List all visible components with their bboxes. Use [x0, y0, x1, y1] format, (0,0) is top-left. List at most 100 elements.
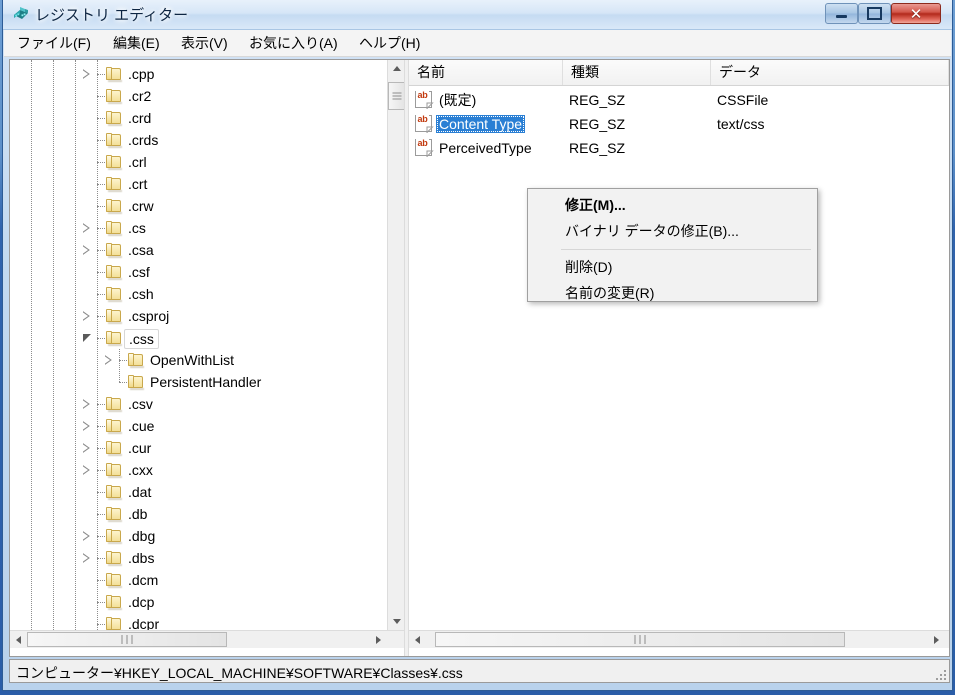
list-horizontal-scrollbar[interactable]	[409, 630, 949, 648]
tree-item-label: .cxx	[128, 462, 153, 478]
tree-hscroll-thumb[interactable]	[27, 632, 227, 647]
tree-item-label: .dbs	[128, 550, 155, 566]
list-hscroll-thumb[interactable]	[435, 632, 845, 647]
tree-item-dcp[interactable]: .dcp	[10, 591, 386, 613]
context-menu-item-4[interactable]: 名前の変更(R)	[529, 281, 818, 305]
folder-icon	[106, 133, 122, 148]
collapse-arrow-icon[interactable]	[83, 334, 91, 342]
tree-item-crd[interactable]: .crd	[10, 107, 386, 129]
value-type-cell: REG_SZ	[569, 116, 626, 132]
folder-icon	[128, 375, 144, 390]
tree-item-crw[interactable]: .crw	[10, 195, 386, 217]
scroll-left-icon	[415, 635, 420, 644]
value-type-cell: REG_SZ	[569, 140, 626, 156]
expand-arrow-icon[interactable]	[105, 355, 112, 365]
column-header-3[interactable]: データ	[711, 60, 949, 85]
tree-item-csproj[interactable]: .csproj	[10, 305, 386, 327]
maximize-icon	[859, 4, 890, 23]
tree-item-label: .dat	[128, 484, 152, 500]
value-context-menu[interactable]: 修正(M)... バイナリ データの修正(B)... 削除(D) 名前の変更(R)	[527, 188, 818, 302]
maximize-button[interactable]	[858, 3, 891, 24]
expand-arrow-icon[interactable]	[83, 465, 90, 475]
tree-item-cpp[interactable]: .cpp	[10, 63, 386, 85]
folder-icon	[106, 485, 122, 500]
tree-item-cxx[interactable]: .cxx	[10, 459, 386, 481]
tree-item-db[interactable]: .db	[10, 503, 386, 525]
menu-item-2[interactable]: 編集(E)	[106, 34, 167, 53]
tree-scroll-left-button[interactable]	[10, 631, 27, 648]
value-row[interactable]: ab (既定) REG_SZ CSSFile	[409, 88, 949, 112]
tree-item-label: .crt	[128, 176, 148, 192]
tree-item-label: .db	[128, 506, 148, 522]
value-row[interactable]: ab Content Type REG_SZ text/css	[409, 112, 949, 136]
tree-item-crl[interactable]: .crl	[10, 151, 386, 173]
minimize-button[interactable]	[825, 3, 858, 24]
column-header-2[interactable]: 種類	[563, 60, 711, 85]
context-menu-item-3[interactable]: 削除(D)	[529, 255, 818, 279]
expand-arrow-icon[interactable]	[83, 223, 90, 233]
tree-item-openwithlist[interactable]: OpenWithList	[10, 349, 386, 371]
value-row[interactable]: ab PerceivedType REG_SZ	[409, 136, 949, 160]
expand-arrow-icon[interactable]	[83, 421, 90, 431]
tree-item-dat[interactable]: .dat	[10, 481, 386, 503]
menu-bar: ファイル(F) 編集(E) 表示(V) お気に入り(A) ヘルプ(H)	[4, 30, 951, 57]
list-scroll-right-button[interactable]	[928, 631, 945, 648]
tree-item-persistenthandler[interactable]: PersistentHandler	[10, 371, 386, 393]
client-area: .cpp .cr2 .crd .crds .crl .crt .crw .cs .csa .csf…	[9, 59, 950, 657]
list-column-headers: 名前 種類 データ	[409, 60, 949, 86]
tree-item-css[interactable]: .css	[10, 327, 386, 349]
scroll-up-button[interactable]	[388, 60, 404, 77]
string-value-icon: ab	[415, 139, 434, 157]
list-scroll-left-button[interactable]	[409, 631, 426, 648]
expand-arrow-icon[interactable]	[83, 311, 90, 321]
expand-arrow-icon[interactable]	[83, 399, 90, 409]
tree-item-dbg[interactable]: .dbg	[10, 525, 386, 547]
expand-arrow-icon[interactable]	[83, 443, 90, 453]
folder-icon	[106, 199, 122, 214]
tree-item-label: OpenWithList	[150, 352, 235, 368]
scroll-thumb-grip-icon	[392, 91, 401, 102]
context-menu-item-1[interactable]: 修正(M)...	[529, 193, 818, 217]
context-menu-item-2[interactable]: バイナリ データの修正(B)...	[529, 219, 818, 243]
registry-key-tree[interactable]: .cpp .cr2 .crd .crds .crl .crt .crw .cs .csa .csf…	[10, 60, 404, 656]
tree-vertical-scrollbar[interactable]	[387, 60, 404, 630]
tree-item-dbs[interactable]: .dbs	[10, 547, 386, 569]
tree-item-cue[interactable]: .cue	[10, 415, 386, 437]
column-header-1[interactable]: 名前	[409, 60, 563, 85]
expand-arrow-icon[interactable]	[83, 531, 90, 541]
tree-scroll-thumb[interactable]	[388, 82, 404, 110]
expand-arrow-icon[interactable]	[83, 553, 90, 563]
tree-item-cs[interactable]: .cs	[10, 217, 386, 239]
folder-icon	[106, 155, 122, 170]
tree-item-cr2[interactable]: .cr2	[10, 85, 386, 107]
tree-item-label: .crds	[128, 132, 159, 148]
tree-item-cur[interactable]: .cur	[10, 437, 386, 459]
expand-arrow-icon[interactable]	[83, 69, 90, 79]
close-button[interactable]: ✕	[891, 3, 941, 24]
tree-item-crt[interactable]: .crt	[10, 173, 386, 195]
registry-value-list[interactable]: 名前 種類 データ ab (既定) REG_SZ CSSFile ab Content Typ…	[409, 60, 949, 656]
resize-grip-icon[interactable]	[933, 667, 946, 680]
tree-horizontal-scrollbar[interactable]	[10, 630, 404, 648]
tree-item-csv[interactable]: .csv	[10, 393, 386, 415]
menu-item-1[interactable]: ファイル(F)	[10, 34, 98, 53]
menu-item-4[interactable]: お気に入り(A)	[242, 34, 345, 53]
value-type-cell: REG_SZ	[569, 92, 626, 108]
tree-item-crds[interactable]: .crds	[10, 129, 386, 151]
tree-item-dcpr[interactable]: .dcpr	[10, 613, 386, 630]
tree-item-label: .dbg	[128, 528, 156, 544]
expand-arrow-icon[interactable]	[83, 245, 90, 255]
tree-item-csa[interactable]: .csa	[10, 239, 386, 261]
menu-item-3[interactable]: 表示(V)	[174, 34, 235, 53]
tree-item-csh[interactable]: .csh	[10, 283, 386, 305]
tree-item-csf[interactable]: .csf	[10, 261, 386, 283]
close-icon: ✕	[909, 5, 923, 23]
tree-item-label: .csproj	[128, 308, 170, 324]
registry-editor-icon	[12, 5, 30, 23]
tree-item-label: .cr2	[128, 88, 152, 104]
menu-item-5[interactable]: ヘルプ(H)	[352, 34, 427, 53]
tree-item-dcm[interactable]: .dcm	[10, 569, 386, 591]
window-title: レジストリ エディター	[35, 7, 189, 24]
scroll-down-button[interactable]	[388, 613, 404, 630]
tree-scroll-right-button[interactable]	[370, 631, 387, 648]
